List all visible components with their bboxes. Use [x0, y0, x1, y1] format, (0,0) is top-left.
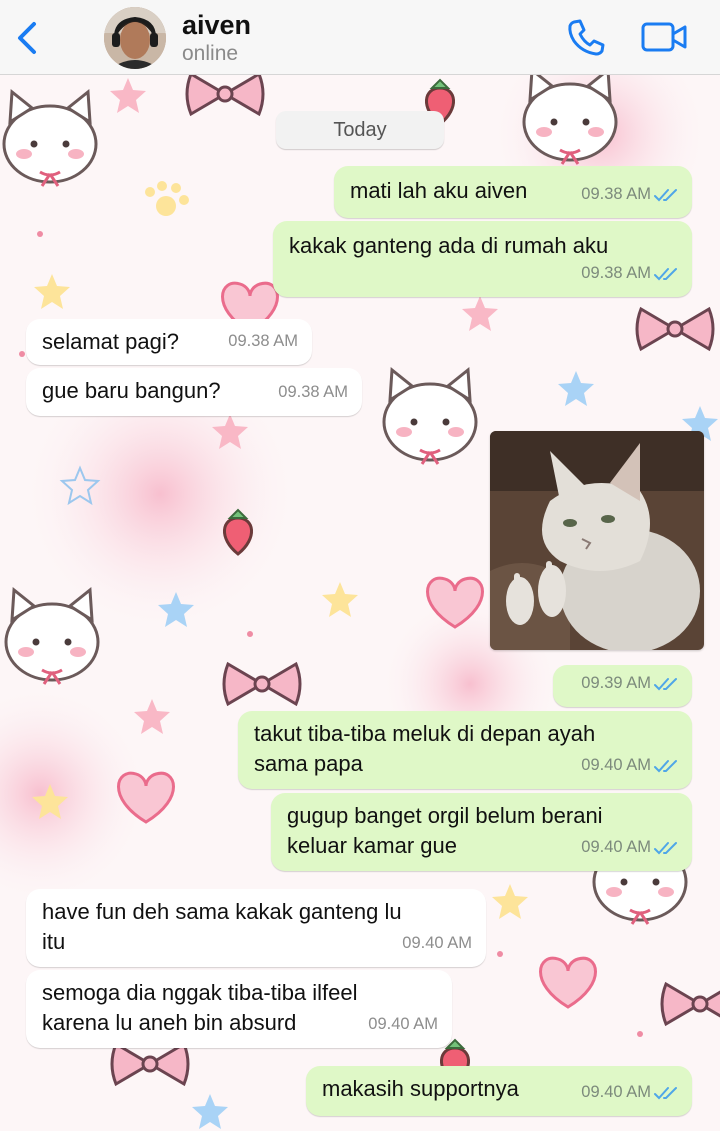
message-time: 09.40 AM: [402, 934, 472, 952]
avatar-photo-icon: [104, 7, 166, 69]
message-line-1: semoga dia nggak tiba-tiba ilfeel: [42, 980, 358, 1005]
message-line-2: karena lu aneh bin absurd: [42, 1010, 297, 1035]
message-line-1: have fun deh sama kakak ganteng lu: [42, 899, 402, 924]
message-time: 09.40 AM: [581, 756, 651, 774]
message-meta: 09.40 AM: [581, 832, 678, 862]
double-check-icon: [654, 759, 677, 773]
video-call-button[interactable]: [640, 19, 688, 55]
message-time: 09.40 AM: [581, 1083, 651, 1101]
voice-call-button[interactable]: [566, 17, 606, 57]
date-separator: Today: [276, 111, 444, 149]
message-line-2: itu: [42, 929, 66, 954]
double-check-icon: [654, 841, 677, 855]
outgoing-message[interactable]: gugup banget orgil belum berani keluar k…: [271, 793, 692, 871]
outgoing-message[interactable]: mati lah aku aiven 09.38 AM: [334, 166, 692, 218]
message-time: 09.38 AM: [228, 332, 298, 350]
chat-header: aiven online: [0, 0, 720, 75]
back-button[interactable]: [10, 18, 46, 58]
cat-photo-icon: [490, 431, 704, 650]
incoming-message[interactable]: selamat pagi? 09.38 AM: [26, 319, 312, 365]
double-check-icon: [654, 188, 677, 202]
outgoing-message[interactable]: kakak ganteng ada di rumah aku 09.38 AM: [273, 221, 692, 297]
incoming-message[interactable]: semoga dia nggak tiba-tiba ilfeel karena…: [26, 970, 452, 1048]
message-text: mati lah aku aiven: [350, 178, 528, 203]
photo-message[interactable]: [490, 431, 704, 650]
chat-area[interactable]: Today mati lah aku aiven 09.38 AM kakak …: [0, 74, 720, 1131]
outgoing-message[interactable]: takut tiba-tiba meluk di depan ayah sama…: [238, 711, 692, 789]
contact-status: online: [182, 42, 239, 65]
double-check-icon: [654, 677, 677, 691]
message-text: gue baru bangun?: [42, 378, 221, 403]
outgoing-message[interactable]: makasih supportnya 09.40 AM: [306, 1066, 692, 1116]
message-line-2: sama papa: [254, 751, 363, 776]
message-text: selamat pagi?: [42, 329, 179, 354]
message-time: 09.40 AM: [581, 838, 651, 856]
message-meta: 09.38 AM: [581, 258, 678, 288]
message-time: 09.38 AM: [278, 383, 348, 401]
message-time: 09.38 AM: [581, 264, 651, 282]
message-time: 09.40 AM: [368, 1015, 438, 1033]
message-meta: 09.40 AM: [581, 1077, 678, 1107]
message-meta: 09.38 AM: [581, 179, 678, 209]
video-icon: [641, 22, 687, 52]
message-meta: 09.39 AM: [581, 668, 678, 698]
phone-icon: [568, 19, 605, 56]
message-text: makasih supportnya: [322, 1076, 519, 1101]
chevron-left-icon: [18, 22, 36, 54]
message-time: 09.38 AM: [581, 185, 651, 203]
double-check-icon: [654, 267, 677, 281]
message-line-1: gugup banget orgil belum berani: [287, 803, 603, 828]
contact-name[interactable]: aiven: [182, 10, 251, 41]
message-time: 09.39 AM: [581, 674, 651, 692]
message-line-1: takut tiba-tiba meluk di depan ayah: [254, 721, 596, 746]
incoming-message[interactable]: gue baru bangun? 09.38 AM: [26, 368, 362, 416]
message-line-2: keluar kamar gue: [287, 833, 457, 858]
double-check-icon: [654, 1086, 677, 1100]
incoming-message[interactable]: have fun deh sama kakak ganteng lu itu 0…: [26, 889, 486, 967]
contact-avatar[interactable]: [104, 7, 166, 69]
message-text: kakak ganteng ada di rumah aku: [289, 233, 609, 258]
photo-time-bubble[interactable]: 09.39 AM: [553, 665, 692, 707]
message-meta: 09.40 AM: [581, 750, 678, 780]
